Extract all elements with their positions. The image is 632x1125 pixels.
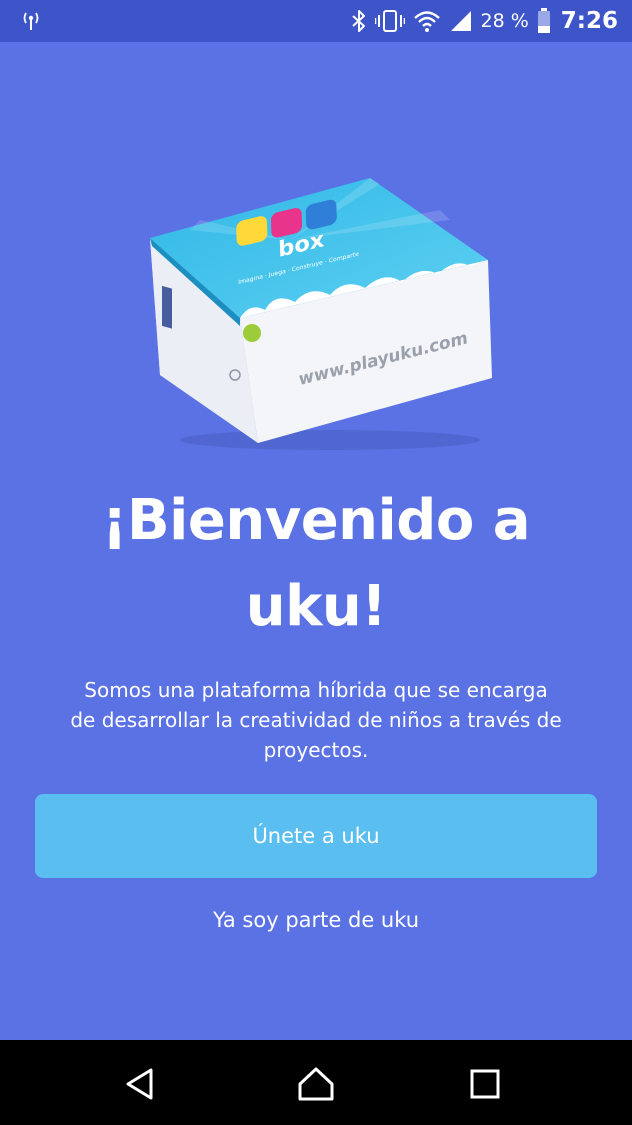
welcome-title: ¡Bienvenido a uku! [20,478,612,650]
battery-percent: 28 % [480,10,529,32]
clock: 7:26 [560,8,618,34]
already-member-link[interactable]: Ya soy parte de uku [116,898,516,942]
signal-tower-icon [20,10,42,32]
navigation-bar [0,1040,632,1125]
uku-box-illustration: box Imagina · Juega · Construye · Compar… [140,170,500,455]
bluetooth-icon [351,9,367,33]
welcome-title-line2: uku! [245,574,387,639]
back-icon[interactable] [118,1062,162,1106]
welcome-description: Somos una plataforma híbrida que se enca… [50,675,582,765]
join-uku-button[interactable]: Únete a uku [35,794,597,878]
welcome-description-line2: de desarrollar la creatividad de niños a… [70,708,562,732]
welcome-description-line3: proyectos. [263,738,369,762]
welcome-description-line1: Somos una plataforma híbrida que se enca… [84,678,548,702]
home-icon[interactable] [294,1062,338,1106]
status-bar: 28 % 7:26 [0,0,632,42]
cellular-signal-icon [449,9,473,33]
vibrate-icon [374,9,405,33]
wifi-icon [413,9,441,33]
battery-icon [537,8,551,34]
recents-icon[interactable] [463,1062,507,1106]
welcome-title-line1: ¡Bienvenido a [101,488,531,553]
